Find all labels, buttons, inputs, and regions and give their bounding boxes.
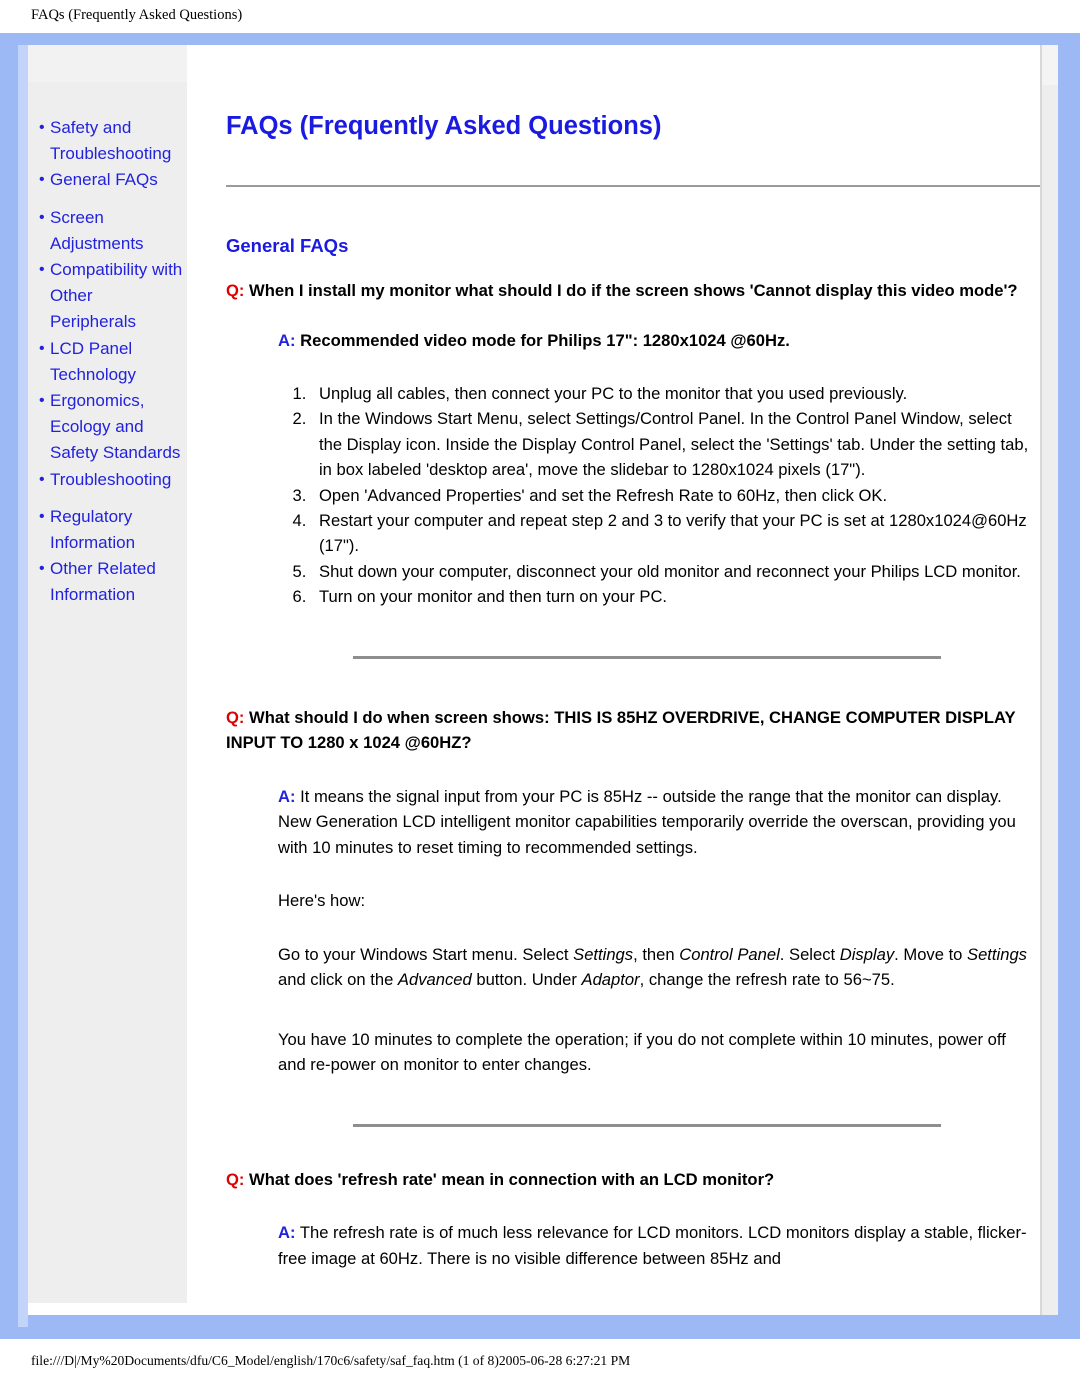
sidebar-item-lcd-panel-technology[interactable]: • LCD Panel Technology <box>28 336 187 388</box>
sidebar-item-safety-and-troubleshooting[interactable]: • Safety and Troubleshooting <box>28 115 187 167</box>
instruction-step: Open 'Advanced Properties' and set the R… <box>311 483 1036 508</box>
question-marker: Q: <box>226 707 245 727</box>
question-marker: Q: <box>226 281 245 300</box>
instruction-step: Shut down your computer, disconnect your… <box>311 559 1036 584</box>
sidebar-top-strip <box>28 45 187 82</box>
faq-answer: A: Recommended video mode for Philips 17… <box>187 328 1058 354</box>
answer-text: It means the signal input from your PC i… <box>278 786 1016 857</box>
bullet-icon: • <box>39 470 45 488</box>
page-frame: • Safety and Troubleshooting • General FAQs… <box>0 33 1080 1339</box>
sidebar-item-other-related-information[interactable]: • Other Related Information <box>28 556 187 608</box>
bullet-icon: • <box>39 392 45 410</box>
instruction-part: . Select <box>779 944 840 964</box>
sidebar-item-general-faqs[interactable]: • General FAQs <box>28 167 187 193</box>
instruction-part: button. Under <box>471 970 582 990</box>
question-text: What does 'refresh rate' mean in connect… <box>244 1169 775 1189</box>
emphasis-display: Display <box>839 944 895 964</box>
closing-paragraph: You have 10 minutes to complete the oper… <box>278 1029 1006 1075</box>
instruction-part: , change the refresh rate to 56~75. <box>639 970 895 990</box>
question-marker: Q: <box>226 1169 245 1189</box>
instruction-paragraph: Go to your Windows Start menu. Select Se… <box>187 942 1058 993</box>
emphasis-advanced: Advanced <box>397 970 472 990</box>
question-text: When I install my monitor what should I … <box>244 281 1018 300</box>
sidebar-item-label: Troubleshooting <box>50 469 172 489</box>
sidebar-item-screen-adjustments[interactable]: • Screen Adjustments <box>28 205 187 257</box>
bullet-icon: • <box>39 507 45 525</box>
instruction-step: Unplug all cables, then connect your PC … <box>311 381 1036 406</box>
sidebar-item-troubleshooting[interactable]: • Troubleshooting <box>28 467 187 493</box>
sidebar-item-ergonomics-ecology-and-safety-standards[interactable]: • Ergonomics, Ecology and Safety Standard… <box>28 388 187 467</box>
faq-question: Q: What does 'refresh rate' mean in conn… <box>187 1167 1058 1193</box>
faq-list: Q: When I install my monitor what should… <box>187 278 1058 1271</box>
sidebar-item-compatibility-with-other-peripherals[interactable]: • Compatibility with Other Peripherals <box>28 257 187 336</box>
sidebar-item-label: Ergonomics, Ecology and Safety Standards <box>50 391 181 463</box>
sidebar-link-list: • Safety and Troubleshooting • General FAQs… <box>28 115 187 609</box>
scrollbar-track[interactable] <box>1042 45 1058 1315</box>
bullet-icon: • <box>39 119 45 136</box>
page-title: FAQs (Frequently Asked Questions) <box>226 112 662 140</box>
sidebar-item-label: General FAQs <box>50 170 158 190</box>
main-content: FAQs (Frequently Asked Questions) Genera… <box>187 45 1058 1315</box>
sidebar-item-label: Safety and Troubleshooting <box>50 118 172 164</box>
instruction-step: In the Windows Start Menu, select Settin… <box>311 406 1036 482</box>
sidebar-item-label: Other Related Information <box>50 559 156 605</box>
title-divider <box>226 185 1050 187</box>
page-header: FAQs (Frequently Asked Questions) <box>0 0 1080 33</box>
bullet-icon: • <box>39 208 45 226</box>
sidebar-item-regulatory-information[interactable]: • Regulatory Information <box>28 504 187 556</box>
sidebar-item-label: Regulatory Information <box>50 506 136 553</box>
section-heading: General FAQs <box>226 235 349 256</box>
emphasis-settings-2: Settings <box>967 944 1027 964</box>
instruction-step: Turn on your monitor and then turn on yo… <box>311 584 1036 609</box>
bullet-icon: • <box>39 261 45 279</box>
page-footer: file:///D|/My%20Documents/dfu/C6_Model/e… <box>0 1339 1080 1397</box>
answer-marker: A: <box>278 786 296 806</box>
sidebar-item-label: LCD Panel Technology <box>50 338 137 384</box>
sidebar-navigation: • Safety and Troubleshooting • General FAQs… <box>28 45 187 1303</box>
faq-question: Q: What should I do when screen shows: T… <box>187 705 1058 756</box>
faq-question: Q: When I install my monitor what should… <box>187 278 1058 304</box>
emphasis-settings: Settings <box>573 944 634 964</box>
page-header-title: FAQs (Frequently Asked Questions) <box>31 7 243 23</box>
emphasis-control-panel: Control Panel <box>679 944 780 964</box>
bullet-icon: • <box>39 339 45 357</box>
frame-inner-accent <box>18 45 28 1327</box>
heres-how-text: Here's how: <box>278 891 366 911</box>
answer-marker: A: <box>278 330 296 350</box>
content-sheet: • Safety and Troubleshooting • General FAQs… <box>28 45 1058 1315</box>
bullet-icon: • <box>39 560 45 578</box>
bullet-icon: • <box>39 171 45 189</box>
sidebar-item-label: Screen Adjustments <box>50 207 144 253</box>
page-footer-path: file:///D|/My%20Documents/dfu/C6_Model/e… <box>31 1353 631 1368</box>
instruction-part: Go to your Windows Start menu. Select <box>278 944 574 964</box>
answer-text: The refresh rate is of much less relevan… <box>278 1223 1027 1268</box>
faq-answer: A: The refresh rate is of much less rele… <box>187 1220 1058 1271</box>
answer-marker: A: <box>278 1223 296 1243</box>
question-text: What should I do when screen shows: THIS… <box>226 707 1016 753</box>
instruction-step-list: Unplug all cables, then connect your PC … <box>187 381 1058 610</box>
instruction-part: . Move to <box>894 944 968 964</box>
instruction-step: Restart your computer and repeat step 2 … <box>311 508 1036 559</box>
instruction-part: , then <box>633 944 680 964</box>
faq-answer: A: It means the signal input from your P… <box>187 784 1058 861</box>
sidebar-item-label: Compatibility with Other Peripherals <box>50 260 183 332</box>
emphasis-adaptor: Adaptor <box>581 970 640 990</box>
instruction-part: and click on the <box>278 970 398 990</box>
answer-text: Recommended video mode for Philips 17": … <box>295 330 790 350</box>
scrollbar-thumb[interactable] <box>1042 45 1058 85</box>
